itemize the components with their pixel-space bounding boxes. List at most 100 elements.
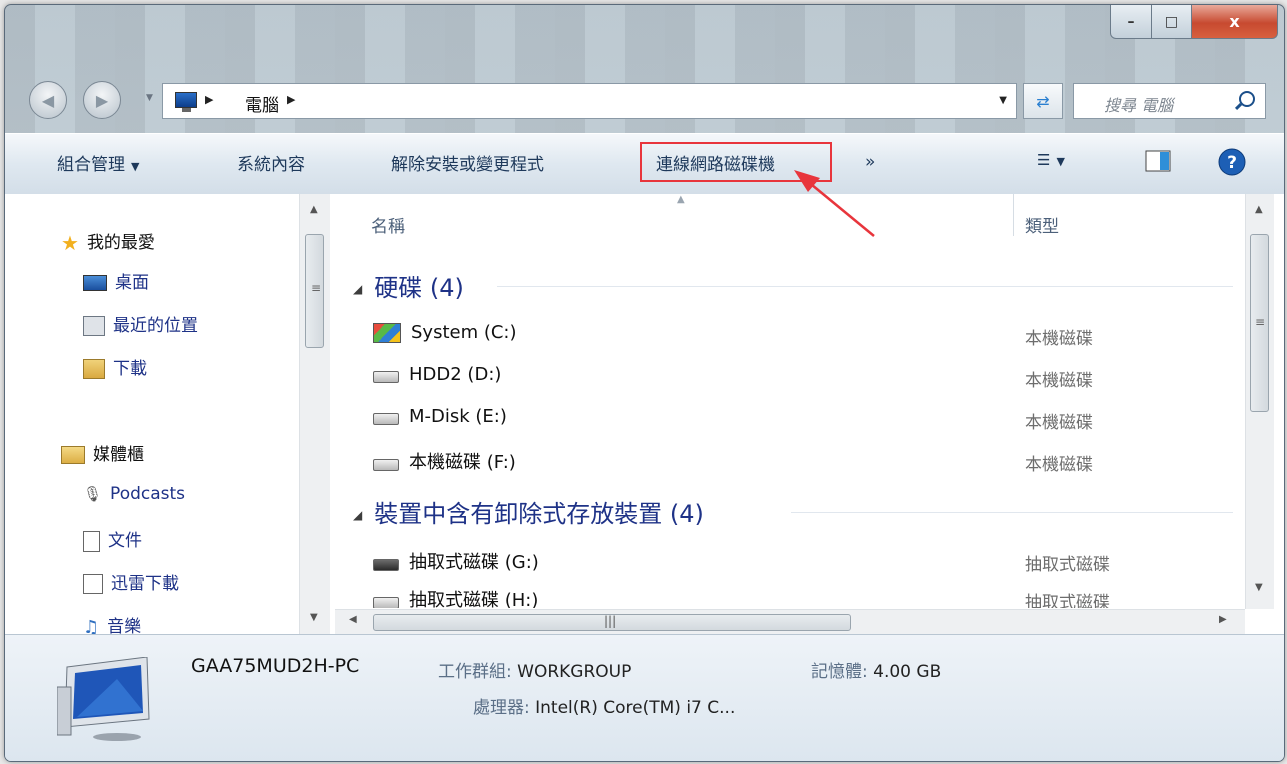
memory-info: 記憶體: 4.00 GB bbox=[811, 657, 941, 682]
scrollbar-thumb[interactable]: ||| bbox=[373, 614, 851, 631]
drive-name: 抽取式磁碟 (H:) bbox=[409, 590, 539, 608]
minimize-icon: – bbox=[1127, 13, 1135, 30]
nav-item-label: Podcasts bbox=[110, 484, 186, 504]
minimize-button[interactable]: – bbox=[1110, 5, 1152, 39]
scroll-down-icon[interactable]: ▼ bbox=[1255, 582, 1263, 593]
nav-item-desktop[interactable]: 桌面 bbox=[83, 268, 149, 293]
search-icon[interactable] bbox=[1239, 91, 1255, 107]
downloads-folder-icon bbox=[83, 359, 105, 379]
nav-item-label: 桌面 bbox=[115, 273, 149, 293]
svg-text:?: ? bbox=[1227, 153, 1237, 173]
breadcrumb-chevron-icon[interactable]: ▶ bbox=[287, 93, 295, 106]
scroll-right-icon[interactable]: ▶ bbox=[1219, 614, 1227, 625]
scroll-up-icon[interactable]: ▲ bbox=[1255, 204, 1263, 215]
list-item-drive-d[interactable]: HDD2 (D:) bbox=[373, 364, 501, 385]
libraries-icon bbox=[61, 446, 85, 464]
nav-item-documents[interactable]: 文件 bbox=[83, 526, 142, 552]
nav-item-label: 迅雷下載 bbox=[111, 574, 179, 594]
group-header-hard-drives[interactable]: ◢ 硬碟 (4) bbox=[353, 268, 464, 303]
scroll-left-icon[interactable]: ◀ bbox=[349, 614, 357, 625]
system-drive-icon bbox=[373, 323, 401, 343]
list-item-drive-e[interactable]: M-Disk (E:) bbox=[373, 406, 507, 427]
content-area: ★ 我的最愛 桌面 最近的位置 下載 媒體櫃 🎙 Podcasts 文件 迅雷下載 bbox=[5, 194, 1284, 638]
file-list-horizontal-scrollbar[interactable]: ◀ ||| ▶ bbox=[335, 609, 1245, 635]
hard-drive-icon bbox=[373, 459, 399, 471]
close-button[interactable]: x bbox=[1192, 5, 1278, 39]
search-input[interactable]: 搜尋 電腦 bbox=[1073, 83, 1266, 119]
preview-pane-button[interactable] bbox=[1143, 147, 1173, 180]
scrollbar-thumb[interactable]: ≡ bbox=[1250, 234, 1269, 412]
computer-icon bbox=[175, 92, 197, 112]
computer-name: GAA75MUD2H-PC bbox=[191, 655, 360, 677]
uninstall-program-button[interactable]: 解除安裝或變更程式 bbox=[391, 150, 544, 175]
maximize-button[interactable]: □ bbox=[1152, 5, 1192, 39]
collapse-triangle-icon[interactable]: ◢ bbox=[353, 508, 362, 522]
podcast-icon: 🎙 bbox=[83, 485, 103, 503]
hard-drive-icon bbox=[373, 413, 399, 425]
nav-item-podcasts[interactable]: 🎙 Podcasts bbox=[83, 484, 185, 504]
forward-button[interactable]: ▶ bbox=[83, 81, 121, 119]
cpu-value: Intel(R) Core(TM) i7 C... bbox=[535, 698, 736, 718]
drive-name: System (C:) bbox=[411, 322, 517, 343]
nav-favorites[interactable]: ★ 我的最愛 bbox=[61, 228, 155, 255]
list-item-drive-g[interactable]: 抽取式磁碟 (G:) bbox=[373, 548, 539, 574]
file-list-vertical-scrollbar[interactable]: ▲ ≡ ▼ bbox=[1245, 194, 1274, 609]
breadcrumb-computer[interactable]: 電腦 bbox=[245, 91, 279, 116]
memory-label: 記憶體: bbox=[811, 662, 868, 682]
grip-icon: ||| bbox=[604, 614, 617, 628]
cpu-label: 處理器: bbox=[473, 698, 530, 718]
recent-pages-dropdown[interactable]: ▼ bbox=[146, 93, 153, 103]
column-divider[interactable] bbox=[1013, 194, 1014, 236]
organize-label: 組合管理 bbox=[57, 155, 125, 175]
nav-item-thunder-downloads[interactable]: 迅雷下載 bbox=[83, 569, 179, 594]
desktop-icon bbox=[83, 275, 107, 291]
nav-libraries[interactable]: 媒體櫃 bbox=[61, 440, 144, 465]
nav-item-recent-places[interactable]: 最近的位置 bbox=[83, 311, 198, 336]
collapse-triangle-icon[interactable]: ◢ bbox=[353, 282, 362, 296]
column-header-name[interactable]: 名稱 bbox=[371, 212, 405, 237]
annotation-arrow-icon bbox=[794, 170, 875, 237]
nav-item-label: 下載 bbox=[113, 359, 147, 379]
column-header-type[interactable]: 類型 bbox=[1025, 212, 1059, 237]
workgroup-label: 工作群組: bbox=[438, 662, 512, 682]
drive-type: 本機磁碟 bbox=[1025, 455, 1093, 475]
drive-type: 本機磁碟 bbox=[1025, 413, 1093, 433]
address-history-dropdown-icon[interactable]: ▼ bbox=[999, 95, 1007, 106]
removable-drive-icon bbox=[373, 559, 399, 571]
drive-type: 本機磁碟 bbox=[1025, 329, 1093, 349]
computer-icon bbox=[57, 657, 150, 741]
scrollbar-thumb[interactable]: ≡ bbox=[305, 234, 324, 348]
back-button[interactable]: ◀ bbox=[29, 81, 67, 119]
address-bar[interactable]: ▶ 電腦 ▶ ▼ bbox=[162, 83, 1017, 119]
help-button[interactable]: ? bbox=[1217, 147, 1247, 182]
workgroup-info: 工作群組: WORKGROUP bbox=[438, 657, 631, 682]
list-item-drive-h[interactable]: 抽取式磁碟 (H:) bbox=[373, 586, 538, 608]
nav-pane-scrollbar[interactable]: ▲ ≡ ▼ bbox=[299, 194, 330, 634]
nav-favorites-label: 我的最愛 bbox=[86, 233, 155, 253]
navigation-pane: ★ 我的最愛 桌面 最近的位置 下載 媒體櫃 🎙 Podcasts 文件 迅雷下載 bbox=[5, 194, 330, 638]
group-header-removable[interactable]: ◢ 裝置中含有卸除式存放裝置 (4) bbox=[353, 494, 704, 529]
drive-type: 抽取式磁碟 bbox=[1025, 555, 1110, 575]
removable-drive-icon bbox=[373, 597, 399, 608]
system-properties-button[interactable]: 系統內容 bbox=[237, 150, 305, 175]
group-divider bbox=[497, 286, 1233, 287]
close-icon: x bbox=[1229, 12, 1240, 31]
list-item-drive-f[interactable]: 本機磁碟 (F:) bbox=[373, 448, 516, 474]
chevron-down-icon: ▼ bbox=[1056, 155, 1065, 168]
help-icon: ? bbox=[1218, 148, 1246, 176]
group-divider bbox=[791, 512, 1233, 513]
back-arrow-icon: ◀ bbox=[41, 90, 55, 110]
breadcrumb-chevron-icon[interactable]: ▶ bbox=[205, 93, 213, 106]
list-item-drive-c[interactable]: System (C:) bbox=[373, 322, 517, 343]
drive-name: M-Disk (E:) bbox=[409, 406, 507, 427]
sort-ascending-icon: ▲ bbox=[677, 194, 685, 205]
nav-item-downloads[interactable]: 下載 bbox=[83, 354, 147, 379]
refresh-button[interactable]: ⇄ bbox=[1023, 83, 1063, 119]
drive-name: 本機磁碟 (F:) bbox=[409, 452, 516, 473]
organize-button[interactable]: 組合管理 ▼ bbox=[57, 150, 139, 175]
scroll-down-icon[interactable]: ▼ bbox=[310, 612, 318, 623]
workgroup-value: WORKGROUP bbox=[517, 662, 632, 682]
scroll-up-icon[interactable]: ▲ bbox=[310, 204, 318, 215]
maximize-icon: □ bbox=[1164, 13, 1179, 30]
change-view-button[interactable]: ☰ ▼ bbox=[1037, 150, 1065, 170]
